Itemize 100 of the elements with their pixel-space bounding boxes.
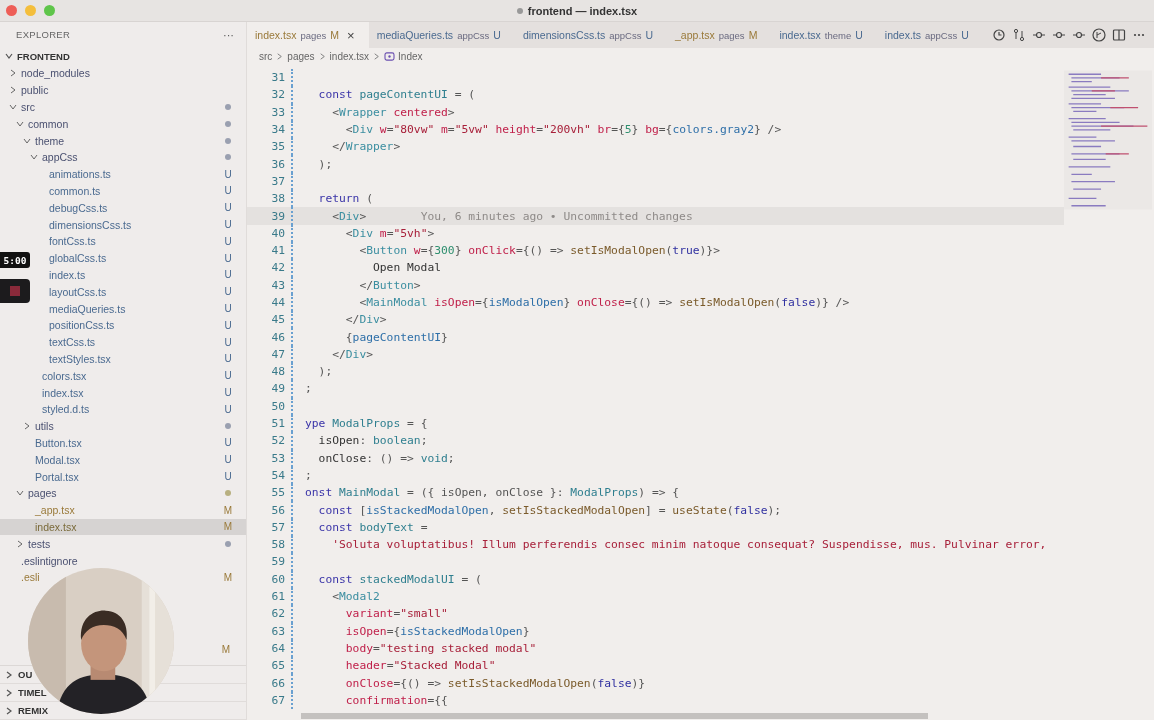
split-editor-icon[interactable] bbox=[1112, 28, 1126, 42]
line-number: 31 bbox=[270, 71, 285, 85]
line-number: 39 bbox=[270, 209, 285, 223]
line-number: 36 bbox=[270, 157, 285, 171]
panel-header[interactable]: OU bbox=[18, 669, 33, 680]
chevron-icon bbox=[275, 52, 285, 61]
breadcrumb[interactable]: index.tsx bbox=[329, 51, 370, 62]
code-line: <Wrapper centered> bbox=[331, 105, 455, 119]
tree-item[interactable]: src bbox=[8, 101, 35, 113]
recording-timer: 5:00 bbox=[0, 252, 30, 268]
chevron-icon bbox=[4, 669, 14, 680]
tree-item[interactable]: Button.tsx bbox=[22, 436, 82, 449]
tree-item[interactable]: colors.tsx bbox=[29, 369, 87, 382]
compare-icon[interactable] bbox=[1012, 28, 1026, 42]
git-status: U bbox=[224, 303, 232, 315]
scrollbar[interactable] bbox=[301, 713, 928, 719]
code-line: variant="small" bbox=[344, 607, 448, 621]
code-line: onClose={() => setIsStackedModalOpen(false)} bbox=[344, 676, 646, 690]
tree-item[interactable]: _app.tsx bbox=[22, 504, 75, 517]
breadcrumb[interactable]: Index bbox=[398, 51, 423, 62]
tree-item[interactable]: Portal.tsx bbox=[22, 470, 79, 483]
line-number: 54 bbox=[270, 468, 285, 482]
folder-header[interactable]: FRONTEND bbox=[0, 47, 246, 65]
tree-item[interactable]: .eslintignore bbox=[8, 554, 78, 567]
more-button[interactable]: ··· bbox=[223, 28, 234, 41]
line-number: 32 bbox=[270, 88, 285, 102]
code-line: onst MainModal = ({ isOpen, onClose }: ModalProps) => { bbox=[305, 486, 680, 500]
close-window-button[interactable] bbox=[6, 5, 17, 16]
code-line: ); bbox=[317, 157, 333, 171]
tree-item[interactable]: index.ts bbox=[36, 268, 86, 281]
tree-item[interactable]: theme bbox=[22, 134, 65, 147]
tree-item[interactable]: node_modules bbox=[8, 67, 90, 80]
line-number: 38 bbox=[270, 192, 285, 206]
tree-item[interactable]: tests bbox=[15, 537, 51, 550]
tree-item[interactable]: index.tsx bbox=[29, 386, 84, 399]
code-line: ); bbox=[317, 365, 333, 379]
tree-item[interactable]: utils bbox=[22, 420, 54, 433]
editor-tab[interactable]: index.ts appCss U bbox=[876, 22, 983, 48]
tree-item[interactable]: .esli bbox=[8, 571, 40, 584]
line-number: 64 bbox=[270, 641, 285, 655]
code-line: isOpen={isStackedModalOpen} bbox=[344, 624, 530, 638]
tree-item[interactable]: fontCss.ts bbox=[36, 235, 96, 248]
git-status: U bbox=[224, 269, 232, 281]
line-number: 55 bbox=[270, 486, 285, 500]
editor-tab[interactable]: index.tsx theme U bbox=[771, 22, 877, 48]
tree-item[interactable]: appCss bbox=[29, 151, 78, 164]
tree-item[interactable]: public bbox=[8, 84, 49, 97]
editor-tab[interactable]: dimensionsCss.ts appCss U bbox=[514, 22, 668, 48]
code-line: Open Modal bbox=[372, 261, 442, 275]
code-line: <Button w={300} onClick={() => setIsModalOpen(true)}> bbox=[358, 244, 720, 258]
source-control-icon[interactable] bbox=[1092, 28, 1106, 42]
tree-item[interactable]: textCss.ts bbox=[36, 336, 96, 349]
tree-item[interactable]: animations.ts bbox=[36, 168, 111, 181]
tree-item[interactable]: common bbox=[15, 117, 69, 130]
tree-item[interactable]: dimensionsCss.ts bbox=[36, 218, 132, 231]
tree-item[interactable]: debugCss.ts bbox=[36, 201, 108, 214]
editor-tab[interactable]: mediaQueries.ts appCss U bbox=[368, 22, 515, 48]
line-number: 65 bbox=[270, 659, 285, 673]
code-line: return ( bbox=[317, 192, 374, 206]
tree-item[interactable]: globalCss.ts bbox=[36, 252, 107, 265]
git-status: U bbox=[224, 387, 232, 399]
git-status: U bbox=[224, 319, 232, 331]
code-line: ; bbox=[305, 382, 312, 396]
editor-tab[interactable]: index.tsx pages M × bbox=[247, 22, 369, 48]
breadcrumb[interactable]: pages bbox=[287, 51, 315, 62]
tree-item[interactable]: layoutCss.ts bbox=[36, 285, 107, 298]
chevron-icon bbox=[4, 51, 14, 61]
git-status: M bbox=[223, 571, 233, 583]
line-number: 60 bbox=[270, 572, 285, 586]
tree-item[interactable]: positionCss.ts bbox=[36, 319, 115, 332]
line-number: 45 bbox=[270, 313, 285, 327]
code-line: const pageContentUI = ( bbox=[317, 88, 476, 102]
code-line: </Wrapper> bbox=[331, 140, 401, 154]
tree-item[interactable]: Modal.tsx bbox=[22, 453, 80, 466]
line-number: 61 bbox=[270, 590, 285, 604]
line-number: 44 bbox=[270, 296, 285, 309]
code-line: ype ModalProps = { bbox=[305, 417, 428, 431]
tree-item[interactable]: index.tsx bbox=[22, 520, 77, 533]
breadcrumb[interactable]: src bbox=[259, 51, 273, 62]
git-status: U bbox=[224, 219, 232, 231]
chevron-icon bbox=[372, 52, 382, 61]
line-number: 49 bbox=[270, 382, 285, 396]
editor-tab[interactable]: _app.tsx pages M bbox=[667, 22, 772, 48]
git-status: U bbox=[224, 454, 232, 466]
code-line: <MainModal isOpen={isModalOpen} onClose={() => setIsModalOpen(false)} /> bbox=[358, 296, 850, 309]
chevron-icon bbox=[4, 687, 14, 698]
tree-item[interactable]: textStyles.tsx bbox=[36, 352, 111, 365]
git-status: M bbox=[223, 521, 233, 533]
panel-header[interactable]: TIMEL bbox=[18, 687, 47, 698]
code-line: header="Stacked Modal" bbox=[344, 659, 496, 673]
tree-item[interactable]: mediaQueries.ts bbox=[36, 302, 126, 315]
explorer-title: EXPLORER bbox=[16, 29, 71, 40]
code-line: const stackedModalUI = ( bbox=[317, 572, 482, 586]
tree-item[interactable]: pages bbox=[15, 487, 57, 500]
symbol-icon bbox=[384, 52, 396, 61]
tree-item[interactable]: styled.d.ts bbox=[29, 403, 90, 416]
history-icon[interactable] bbox=[992, 28, 1006, 42]
line-number: 35 bbox=[270, 140, 285, 154]
panel-header[interactable]: REMIX bbox=[18, 705, 49, 716]
tree-item[interactable]: common.ts bbox=[36, 184, 101, 197]
